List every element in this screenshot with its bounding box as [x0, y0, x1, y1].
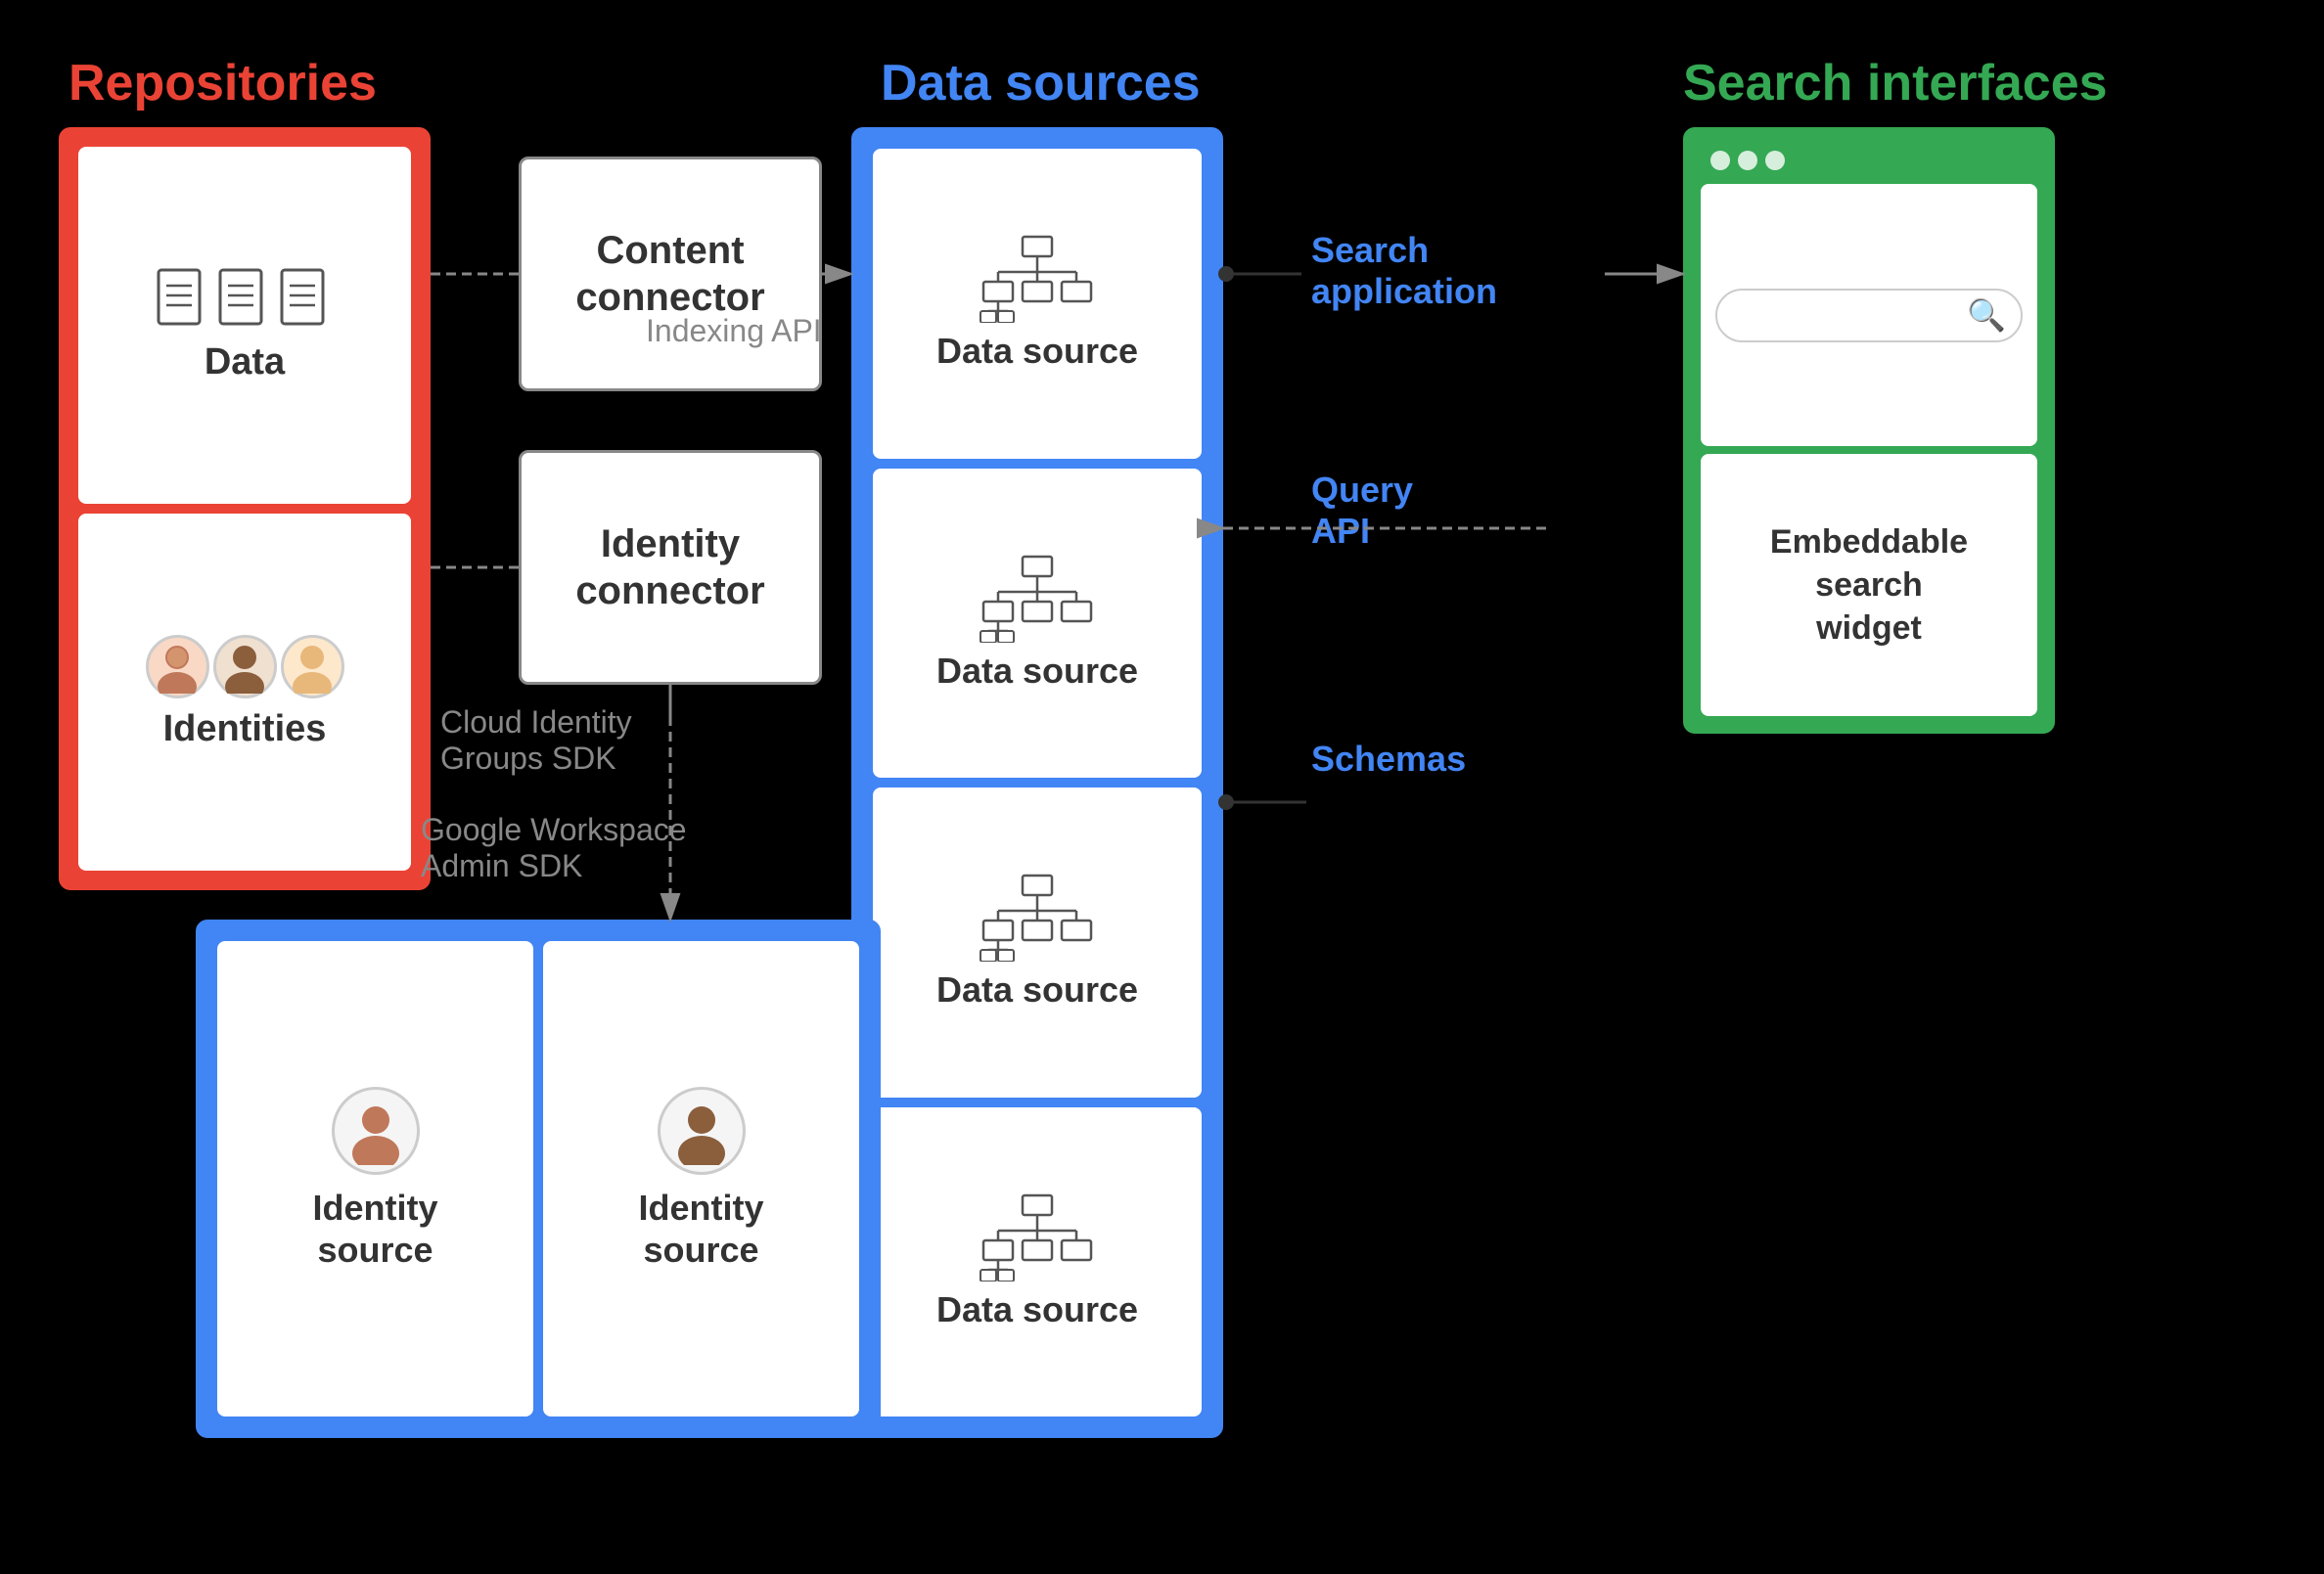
- query-api-label: QueryAPI: [1311, 470, 1413, 552]
- identity-source-1: Identitysource: [217, 941, 533, 1417]
- diagram-container: Repositories Data sources Search interfa…: [0, 0, 2324, 1574]
- data-source-4-label: Data source: [936, 1289, 1138, 1330]
- search-bar-box: 🔍: [1701, 184, 2037, 446]
- data-sources-label: Data sources: [881, 54, 1201, 112]
- data-source-4: Data source: [873, 1107, 1202, 1417]
- search-application-label: Searchapplication: [1311, 230, 1497, 312]
- google-workspace-label: Google WorkspaceAdmin SDK: [421, 812, 687, 884]
- data-icons: [157, 268, 334, 332]
- search-interfaces-label: Search interfaces: [1683, 54, 2108, 112]
- identities-box: Identities: [78, 514, 411, 871]
- schemas-label: Schemas: [1311, 739, 1466, 780]
- widget-label: Embeddablesearchwidget: [1770, 520, 1968, 651]
- search-top-bar: [1701, 145, 2037, 176]
- data-label: Data: [205, 341, 285, 383]
- content-connector-label: Contentconnector: [575, 227, 764, 321]
- identities-label: Identities: [163, 708, 327, 750]
- content-connector-box: Contentconnector: [519, 157, 822, 391]
- data-source-2: Data source: [873, 469, 1202, 779]
- hierarchy-icon-1: [979, 235, 1096, 323]
- cloud-identity-label: Cloud IdentityGroups SDK: [440, 704, 632, 777]
- data-source-1: Data source: [873, 149, 1202, 459]
- data-source-3-label: Data source: [936, 969, 1138, 1011]
- identity-source-2-label: Identitysource: [638, 1187, 763, 1271]
- indexing-api-label: Indexing API: [646, 313, 822, 349]
- hierarchy-icon-4: [979, 1193, 1096, 1282]
- doc-icon-3: [280, 268, 334, 332]
- person-icon-3: [281, 635, 344, 698]
- identity-connector-label: Identityconnector: [575, 520, 764, 614]
- identity-source-1-icon: [332, 1087, 420, 1175]
- identity-source-1-label: Identitysource: [312, 1187, 437, 1271]
- window-dot-1: [1710, 151, 1730, 170]
- repositories-label: Repositories: [68, 54, 377, 112]
- widget-box: Embeddablesearchwidget: [1701, 454, 2037, 716]
- window-dot-2: [1738, 151, 1757, 170]
- repositories-box: Data: [59, 127, 431, 890]
- data-source-3: Data source: [873, 787, 1202, 1098]
- search-bar[interactable]: 🔍: [1715, 289, 2023, 342]
- hierarchy-icon-3: [979, 874, 1096, 962]
- person-icon-2: [213, 635, 277, 698]
- data-source-1-label: Data source: [936, 331, 1138, 372]
- search-interfaces-box: 🔍 Embeddablesearchwidget: [1683, 127, 2055, 734]
- doc-icon-2: [218, 268, 272, 332]
- hierarchy-icon-2: [979, 555, 1096, 643]
- identity-connector-box: Identityconnector: [519, 450, 822, 685]
- data-box: Data: [78, 147, 411, 504]
- window-dot-3: [1765, 151, 1785, 170]
- data-sources-box: Data source Data source: [851, 127, 1223, 1438]
- person-icon-1: [146, 635, 209, 698]
- identity-icons: [146, 635, 344, 698]
- search-icon: 🔍: [1967, 296, 2006, 334]
- data-source-2-label: Data source: [936, 651, 1138, 692]
- identity-source-2-icon: [658, 1087, 746, 1175]
- identity-source-2: Identitysource: [543, 941, 859, 1417]
- identity-sources-box: Identitysource Identitysource: [196, 920, 881, 1438]
- doc-icon-1: [157, 268, 210, 332]
